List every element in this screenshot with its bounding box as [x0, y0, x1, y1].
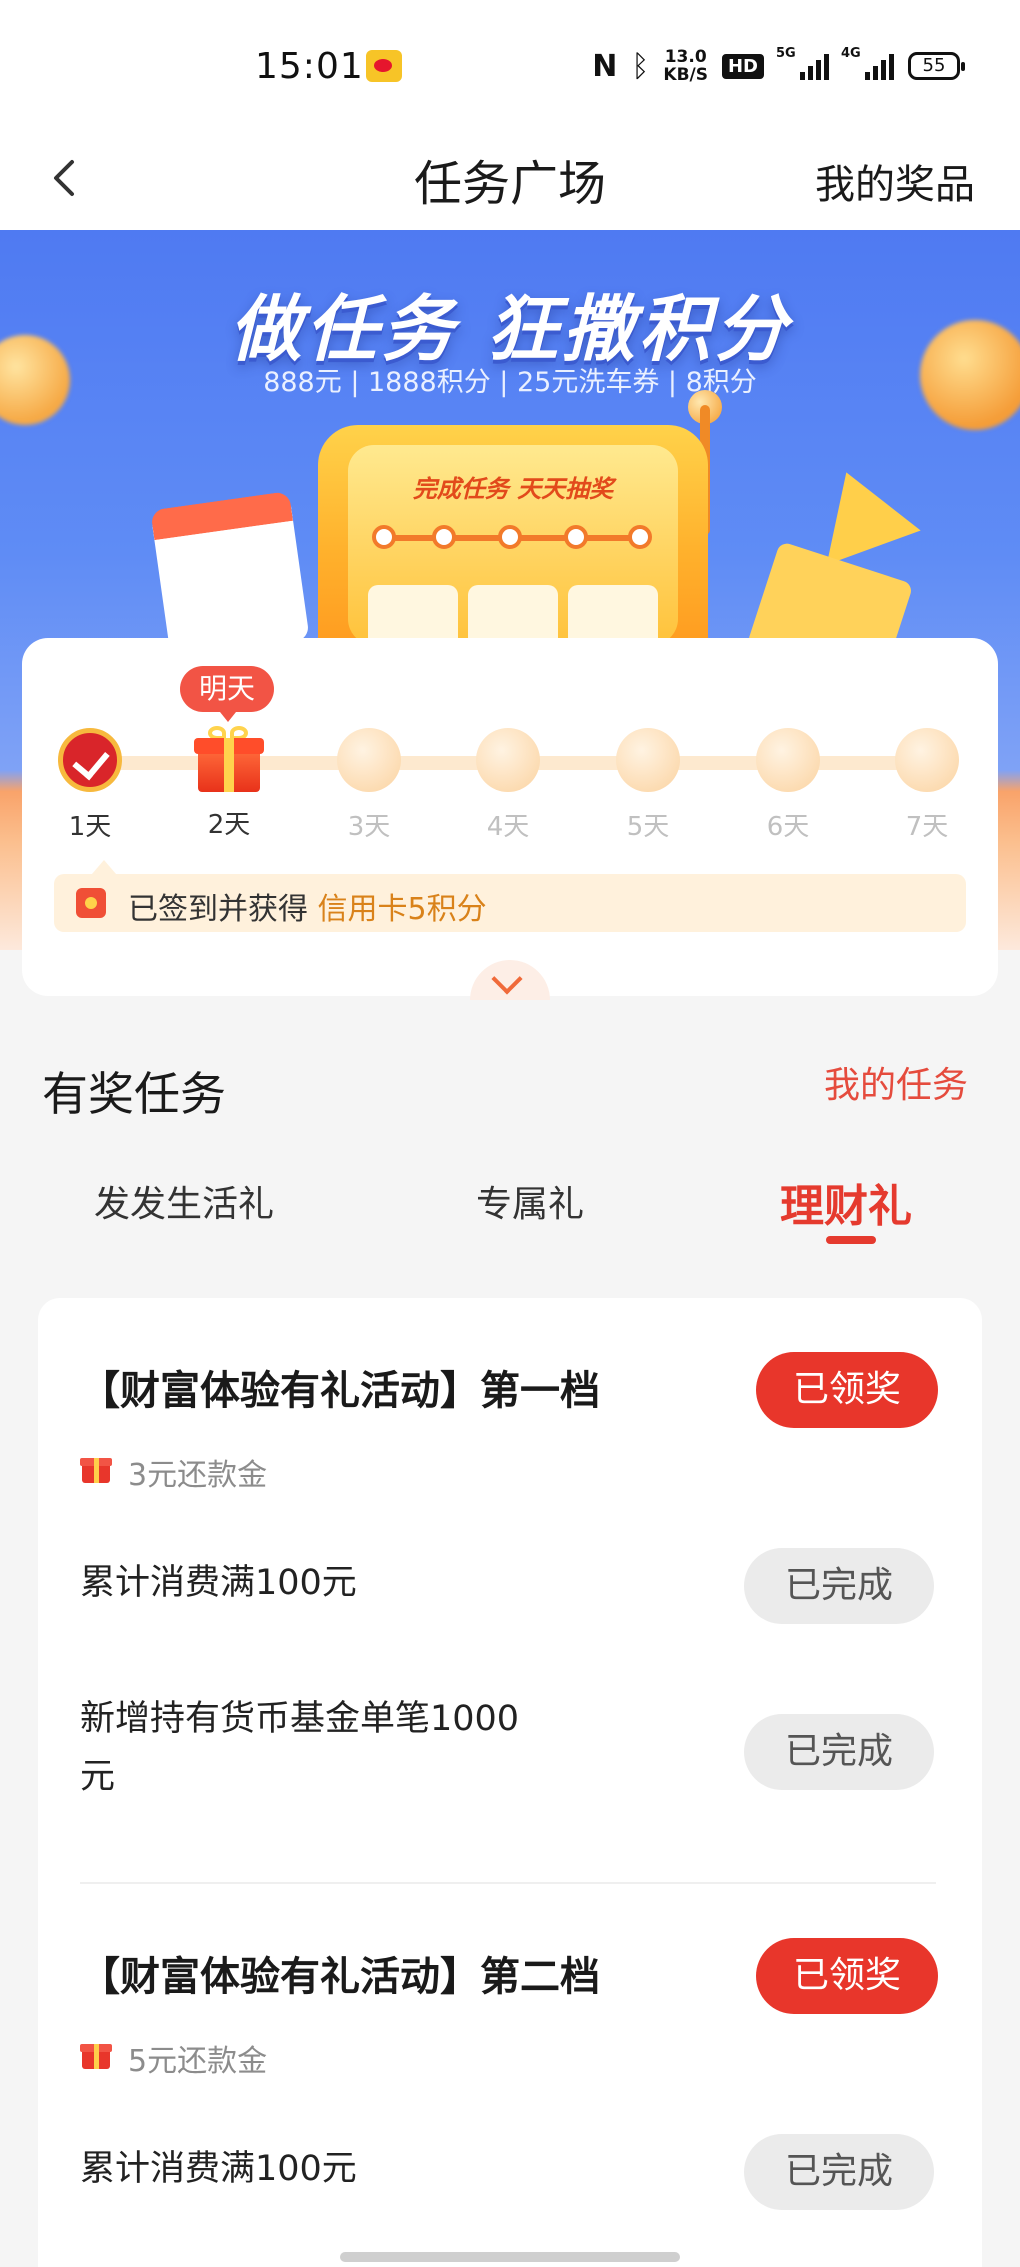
task-list-card: 【财富体验有礼活动】第一档 已领奖 3元还款金 累计消费满100元 已完成 新增… [38, 1298, 982, 2267]
day-label: 6天 [766, 812, 810, 842]
signin-card: 明天 1天 2天 3天 4天 5天 6天 7天 已签到并获得 信用卡5积分 [22, 638, 998, 1000]
task-item-label-line2: 元 [80, 1757, 116, 1797]
task-item-label: 累计消费满100元 [80, 1563, 357, 1603]
reward-highlight: 信用卡5积分 [317, 892, 487, 927]
group-divider [80, 1882, 936, 1884]
tab-life-gift[interactable]: 发发生活礼 [94, 1175, 274, 1227]
lottery-machine-illustration: 完成任务 天天抽奖 [318, 425, 708, 655]
pending-day-icon [476, 728, 540, 792]
signin-day-3: 3天 [329, 728, 409, 843]
gift-icon [194, 726, 264, 792]
calendar-illustration [150, 490, 310, 660]
tab-wealth-gift[interactable]: 理财礼 [780, 1170, 912, 1234]
my-prizes-link[interactable]: 我的奖品 [815, 152, 975, 210]
task-group-title: 【财富体验有礼活动】第一档 [80, 1368, 600, 1414]
day-label: 5天 [626, 812, 670, 842]
day-label: 2天 [207, 810, 251, 840]
signal-4g-label: 4G [841, 46, 861, 61]
signal-5g-label: 5G [776, 46, 796, 61]
day-label: 1天 [68, 812, 112, 842]
machine-dot [498, 525, 522, 549]
reward-text: 已签到并获得 信用卡5积分 [128, 884, 487, 928]
completed-button[interactable]: 已完成 [744, 2134, 934, 2210]
home-indicator[interactable] [340, 2252, 680, 2262]
section-title: 有奖任务 [42, 1067, 226, 1121]
machine-label: 完成任务 天天抽奖 [412, 475, 614, 503]
reward-text: 3元还款金 [128, 1458, 268, 1493]
machine-dot [564, 525, 588, 549]
task-group-title: 【财富体验有礼活动】第二档 [80, 1954, 600, 2000]
pending-day-icon [895, 728, 959, 792]
gift-icon [80, 2038, 112, 2070]
bluetooth-icon: ᛒ [631, 48, 650, 84]
nav-bar: 任务广场 我的奖品 [0, 130, 1020, 230]
signin-day-7: 7天 [887, 728, 967, 843]
signal-4g-icon: 4G [841, 46, 894, 80]
chevron-down-icon [491, 963, 523, 995]
day-label: 4天 [486, 812, 530, 842]
cheese-illustration [799, 455, 921, 565]
network-speed-unit: KB/S [663, 65, 708, 85]
hd-icon: HD [721, 53, 764, 79]
checkmark-icon [58, 728, 122, 792]
signin-day-6: 6天 [748, 728, 828, 843]
signin-day-1: 1天 [50, 728, 130, 843]
status-bar: 15:01 N ᛒ 13.0 KB/S HD 5G 4G 55 [0, 0, 1020, 130]
task-item-label: 新增持有货币基金单笔1000 元 [80, 1690, 519, 1806]
signin-reward-message: 已签到并获得 信用卡5积分 [54, 860, 966, 932]
task-item-label-line1: 新增持有货币基金单笔1000 [80, 1699, 520, 1739]
day-label: 7天 [905, 812, 949, 842]
active-tab-indicator [826, 1236, 876, 1244]
signin-day-5: 5天 [608, 728, 688, 843]
reward-prefix: 已签到并获得 [128, 892, 308, 927]
network-speed: 13.0 KB/S [663, 48, 708, 84]
pending-day-icon [337, 728, 401, 792]
nfc-icon: N [592, 48, 618, 84]
tomorrow-badge: 明天 [180, 666, 274, 722]
banner-subtitle: 888元 | 1888积分 | 25元洗车券 | 8积分 [263, 367, 757, 398]
completed-button[interactable]: 已完成 [744, 1714, 934, 1790]
pending-day-icon [756, 728, 820, 792]
red-packet-icon [76, 888, 106, 918]
machine-screen: 完成任务 天天抽奖 [348, 445, 678, 655]
completed-button[interactable]: 已完成 [744, 1548, 934, 1624]
signin-day-4: 4天 [468, 728, 548, 843]
signal-5g-icon: 5G [776, 46, 829, 80]
tab-exclusive-gift[interactable]: 专属礼 [476, 1175, 584, 1227]
battery-icon: 55 [908, 52, 965, 80]
status-time: 15:01 [255, 46, 364, 87]
status-icons: N ᛒ 13.0 KB/S HD 5G 4G 55 [592, 46, 965, 84]
reward-text: 5元还款金 [128, 2044, 268, 2079]
gift-icon [80, 1452, 112, 1484]
expand-button[interactable] [470, 960, 550, 1000]
pending-day-icon [616, 728, 680, 792]
network-speed-value: 13.0 [664, 47, 707, 67]
claimed-button[interactable]: 已领奖 [756, 1352, 938, 1428]
my-tasks-link[interactable]: 我的任务 [824, 1056, 968, 1108]
day-label: 3天 [347, 812, 391, 842]
task-item-label: 累计消费满100元 [80, 2149, 357, 2189]
signin-day-2: 2天 [189, 726, 269, 841]
machine-dot [432, 525, 456, 549]
claimed-button[interactable]: 已领奖 [756, 1938, 938, 2014]
weibo-notification-icon [366, 50, 402, 82]
machine-dot [628, 525, 652, 549]
machine-dot [372, 525, 396, 549]
